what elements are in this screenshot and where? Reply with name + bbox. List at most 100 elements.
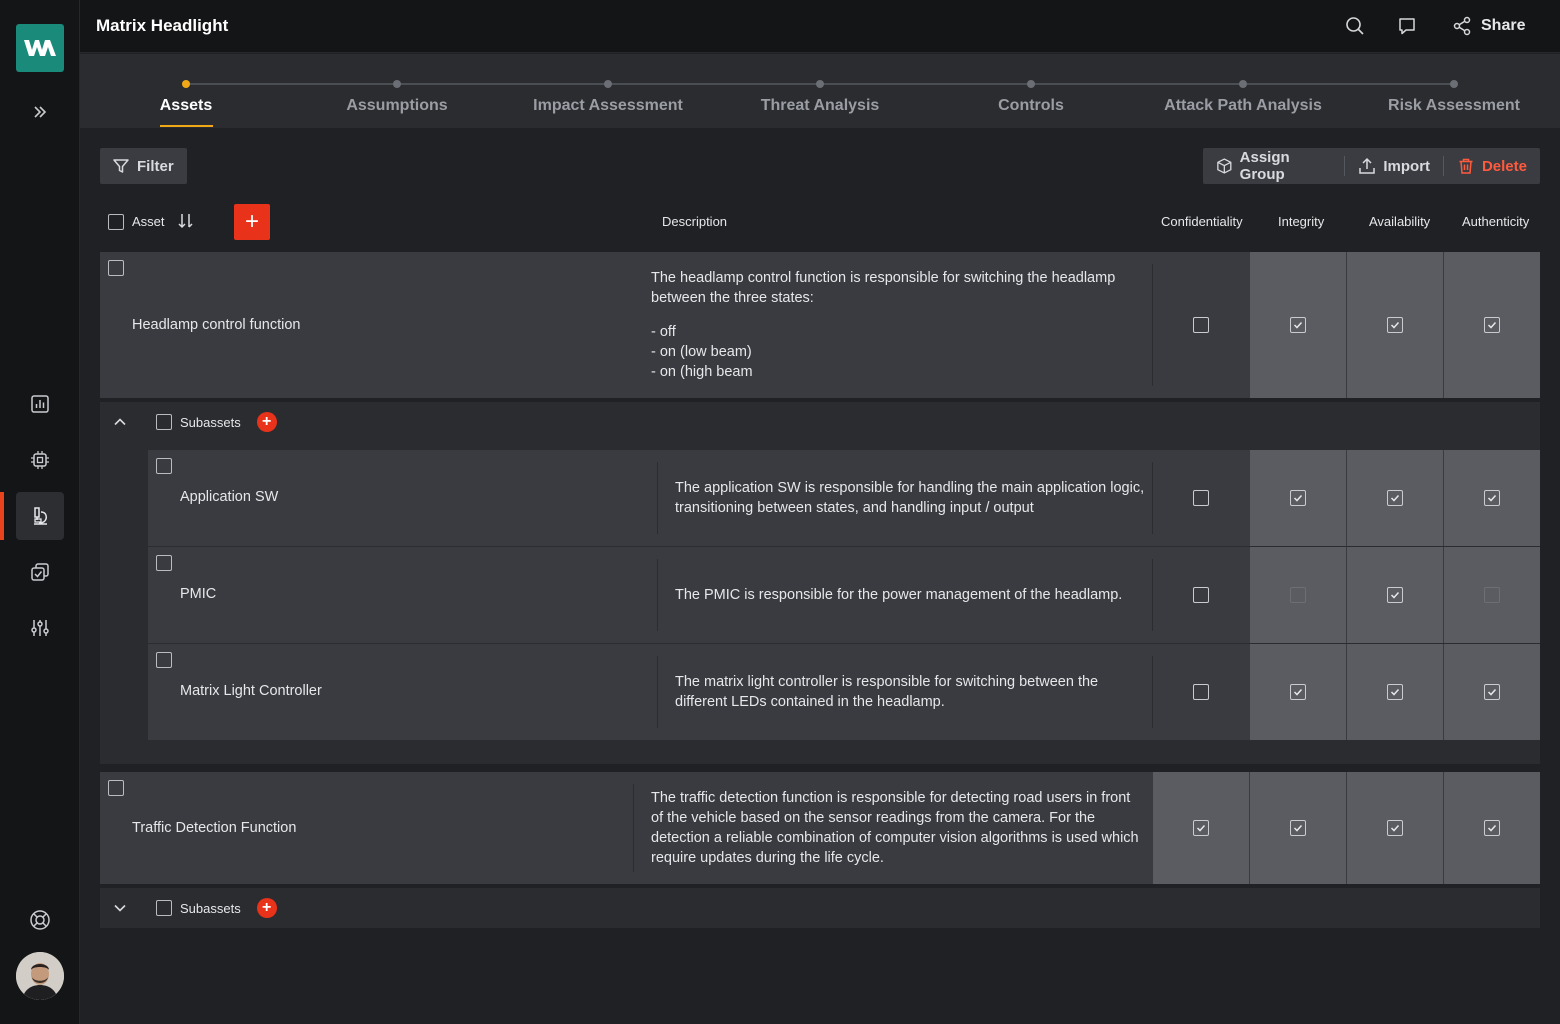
confidentiality-checkbox[interactable] [1193, 820, 1209, 836]
confidentiality-cell[interactable] [1153, 252, 1249, 398]
confidentiality-cell[interactable] [1153, 547, 1249, 643]
sidebar-item-controls[interactable] [16, 548, 64, 596]
asset-name: Traffic Detection Function [132, 820, 297, 836]
row-checkbox[interactable] [108, 260, 124, 281]
confidentiality-checkbox[interactable] [1193, 587, 1209, 603]
availability-checkbox[interactable] [1387, 587, 1403, 603]
availability-checkbox[interactable] [1387, 317, 1403, 333]
authenticity-checkbox[interactable] [1484, 684, 1500, 700]
expand-sidebar-button[interactable] [16, 88, 64, 136]
integrity-cell[interactable] [1250, 252, 1346, 398]
double-chevron-right-icon [34, 106, 47, 118]
step-dot [1239, 80, 1247, 88]
column-divider [657, 462, 658, 534]
authenticity-checkbox[interactable] [1484, 490, 1500, 506]
table-row[interactable]: Matrix Light Controller The matrix light… [148, 644, 1540, 740]
sort-button[interactable] [177, 212, 195, 233]
assign-group-button[interactable]: Assign Group [1203, 148, 1344, 184]
share-label: Share [1481, 17, 1526, 34]
filter-button[interactable]: Filter [100, 148, 187, 184]
tab-assumptions[interactable]: Assumptions [292, 54, 502, 128]
row-checkbox[interactable] [156, 652, 172, 673]
availability-cell[interactable] [1347, 252, 1443, 398]
table-row[interactable]: Application SW The application SW is res… [148, 450, 1540, 546]
tab-label: Threat Analysis [760, 97, 880, 114]
check-icon [1487, 824, 1497, 832]
sidebar-item-dashboard[interactable] [16, 380, 64, 428]
subassets-select-all-checkbox[interactable] [156, 900, 172, 916]
integrity-cell[interactable] [1250, 450, 1346, 546]
authenticity-checkbox[interactable] [1484, 820, 1500, 836]
row-checkbox[interactable] [156, 555, 172, 576]
column-header-integrity: Integrity [1278, 214, 1325, 229]
table-row[interactable]: PMIC The PMIC is responsible for the pow… [148, 547, 1540, 643]
table-row[interactable]: Headlamp control function The headlamp c… [100, 252, 1540, 398]
tab-threat-analysis[interactable]: Threat Analysis [715, 54, 925, 128]
share-button[interactable]: Share [1452, 13, 1525, 39]
authenticity-checkbox[interactable] [1484, 317, 1500, 333]
check-icon [1293, 321, 1303, 329]
add-subasset-button[interactable]: + [256, 412, 277, 432]
collapse-subassets-button[interactable] [112, 414, 128, 430]
delete-button[interactable]: Delete [1444, 148, 1540, 184]
tab-impact-assessment[interactable]: Impact Assessment [503, 54, 713, 128]
check-icon [1390, 688, 1400, 696]
column-header-description: Description [662, 214, 728, 229]
select-all-checkbox[interactable] [108, 214, 124, 233]
integrity-cell[interactable] [1250, 644, 1346, 740]
availability-cell[interactable] [1347, 547, 1443, 643]
tab-risk-assessment[interactable]: Risk Assessment [1349, 54, 1559, 128]
availability-cell[interactable] [1347, 450, 1443, 546]
tab-controls[interactable]: Controls [926, 54, 1136, 128]
authenticity-cell[interactable] [1444, 450, 1540, 546]
comments-button[interactable] [1395, 14, 1419, 38]
sidebar-item-settings[interactable] [16, 604, 64, 652]
confidentiality-cell[interactable] [1153, 644, 1249, 740]
authenticity-cell[interactable] [1444, 772, 1540, 884]
confidentiality-cell[interactable] [1153, 450, 1249, 546]
authenticity-cell[interactable] [1444, 644, 1540, 740]
copy-check-icon [31, 563, 49, 581]
availability-checkbox[interactable] [1387, 820, 1403, 836]
comment-icon [1399, 18, 1415, 35]
tab-attack-path-analysis[interactable]: Attack Path Analysis [1138, 54, 1348, 128]
help-button[interactable] [16, 896, 64, 944]
tab-assets[interactable]: Assets [81, 54, 291, 128]
subassets-select-all-checkbox[interactable] [156, 414, 172, 430]
avatar[interactable] [16, 952, 64, 1000]
expand-subassets-button[interactable] [112, 900, 128, 916]
sidebar-item-analysis[interactable] [16, 492, 64, 540]
logo[interactable] [16, 24, 64, 72]
integrity-cell[interactable] [1250, 772, 1346, 884]
confidentiality-checkbox[interactable] [1193, 490, 1209, 506]
add-subasset-button[interactable]: + [256, 898, 277, 918]
table-row[interactable]: Traffic Detection Function The traffic d… [100, 772, 1540, 884]
confidentiality-checkbox[interactable] [1193, 317, 1209, 333]
integrity-checkbox[interactable] [1290, 820, 1306, 836]
authenticity-checkbox[interactable] [1484, 587, 1500, 603]
authenticity-cell[interactable] [1444, 547, 1540, 643]
availability-cell[interactable] [1347, 772, 1443, 884]
search-button[interactable] [1343, 14, 1367, 38]
sidebar-item-hardware[interactable] [16, 436, 64, 484]
availability-checkbox[interactable] [1387, 684, 1403, 700]
lifebuoy-icon [30, 910, 50, 930]
availability-cell[interactable] [1347, 644, 1443, 740]
row-checkbox[interactable] [156, 458, 172, 479]
step-dot [393, 80, 401, 88]
availability-checkbox[interactable] [1387, 490, 1403, 506]
integrity-checkbox[interactable] [1290, 317, 1306, 333]
subasset-name: Matrix Light Controller [180, 683, 322, 699]
integrity-checkbox[interactable] [1290, 490, 1306, 506]
integrity-cell[interactable] [1250, 547, 1346, 643]
integrity-checkbox[interactable] [1290, 587, 1306, 603]
confidentiality-cell[interactable] [1153, 772, 1249, 884]
confidentiality-checkbox[interactable] [1193, 684, 1209, 700]
column-header-confidentiality: Confidentiality [1161, 214, 1243, 229]
integrity-checkbox[interactable] [1290, 684, 1306, 700]
chart-icon [31, 395, 49, 413]
authenticity-cell[interactable] [1444, 252, 1540, 398]
add-asset-button[interactable]: + [234, 204, 270, 240]
row-checkbox[interactable] [108, 780, 124, 801]
import-button[interactable]: Import [1345, 148, 1443, 184]
